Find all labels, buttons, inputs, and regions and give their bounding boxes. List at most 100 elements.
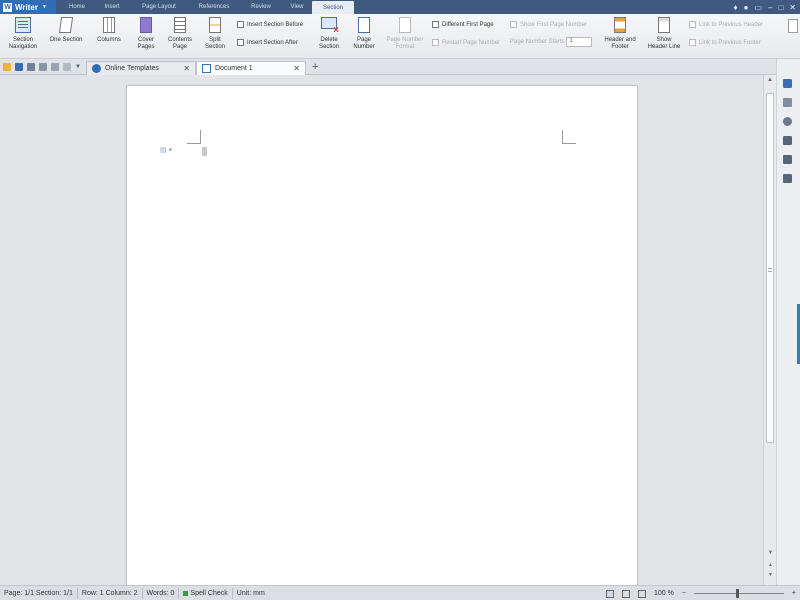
new-tab-button[interactable]: + bbox=[312, 61, 318, 73]
show-first-page-number-label: Show First Page Number bbox=[520, 21, 588, 28]
close-tab-icon[interactable]: ✕ bbox=[183, 64, 190, 73]
link-previous-footer-checkbox[interactable]: Link to Previous Footer bbox=[689, 39, 761, 46]
close-tab-icon[interactable]: ✕ bbox=[293, 64, 300, 73]
web-view-icon[interactable] bbox=[637, 589, 646, 598]
menu-tab-view[interactable]: View bbox=[282, 0, 312, 14]
document-page[interactable]: ▤ ▾ bbox=[126, 85, 638, 600]
checkbox-icon bbox=[510, 21, 517, 28]
scrollbar-grip-icon bbox=[768, 268, 772, 272]
view-zoom-controls: 100 % − + bbox=[605, 587, 796, 600]
status-bar: Page: 1/1 Section: 1/1 Row: 1 Column: 2 … bbox=[0, 585, 800, 600]
chevron-down-icon: ▼ bbox=[41, 4, 47, 10]
menu-tab-review[interactable]: Review bbox=[240, 0, 282, 14]
header-footer-button[interactable]: Header and Footer bbox=[602, 17, 638, 51]
section-navigation-icon bbox=[15, 17, 31, 33]
split-section-icon bbox=[209, 17, 221, 33]
zoom-slider[interactable] bbox=[693, 589, 784, 598]
undo-icon[interactable] bbox=[51, 62, 59, 71]
redo-icon[interactable] bbox=[63, 62, 71, 71]
restart-page-number-checkbox[interactable]: Restart Page Number bbox=[432, 39, 500, 46]
document-icon bbox=[201, 63, 211, 73]
page-number-format-label: Page Number Format bbox=[386, 37, 424, 50]
paragraph-layout-icon[interactable]: ▤ ▾ bbox=[160, 146, 172, 154]
split-section-button[interactable]: Split Section bbox=[200, 17, 230, 51]
page-number-format-button[interactable]: Page Number Format bbox=[384, 17, 426, 51]
columns-icon bbox=[103, 17, 115, 33]
link-previous-header-checkbox[interactable]: Link to Previous Header bbox=[689, 21, 763, 28]
vertical-scrollbar[interactable]: ▲ ▼ ▴ ▾ bbox=[763, 75, 776, 585]
scroll-down-icon[interactable]: ▼ bbox=[766, 550, 775, 556]
pin-icon[interactable]: ♦ bbox=[734, 3, 738, 12]
page-number-button[interactable]: Page Number bbox=[348, 17, 380, 51]
page-number-format-icon bbox=[399, 17, 411, 33]
zoom-level[interactable]: 100 % bbox=[654, 590, 674, 597]
open-folder-icon[interactable] bbox=[3, 62, 11, 71]
app-menu-button[interactable]: W Writer ▼ bbox=[0, 0, 56, 14]
close-icon[interactable]: ✕ bbox=[789, 3, 796, 12]
next-page-icon[interactable]: ▾ bbox=[766, 571, 775, 578]
tab-label: Online Templates bbox=[104, 64, 159, 72]
insert-section-before-button[interactable]: Insert Section Before bbox=[237, 21, 303, 28]
tab-label: Document 1 bbox=[214, 64, 253, 72]
zoom-in-button[interactable]: + bbox=[792, 590, 796, 597]
backup-icon[interactable] bbox=[783, 155, 792, 164]
contents-page-button[interactable]: Contents Page bbox=[164, 17, 196, 51]
menu-tab-section[interactable]: Section bbox=[312, 1, 354, 14]
skin-icon[interactable]: ▭ bbox=[754, 3, 762, 12]
text-cursor bbox=[202, 147, 207, 156]
section-navigation-button[interactable]: Section Navigation bbox=[6, 17, 40, 51]
columns-button[interactable]: Columns bbox=[92, 17, 126, 44]
page-view-icon[interactable] bbox=[605, 589, 614, 598]
quick-access-toolbar: ▼ bbox=[0, 59, 81, 75]
status-page[interactable]: Page: 1/1 Section: 1/1 bbox=[0, 587, 78, 599]
document-workspace: ▤ ▾ bbox=[0, 75, 763, 600]
selection-icon[interactable] bbox=[783, 136, 792, 145]
ribbon-scroll-right-icon[interactable] bbox=[788, 19, 798, 33]
contents-page-label: Contents Page bbox=[167, 37, 192, 50]
header-footer-label: Header and Footer bbox=[604, 37, 636, 50]
tab-online-templates[interactable]: Online Templates ✕ bbox=[85, 60, 196, 75]
menu-tab-references[interactable]: References bbox=[188, 0, 240, 14]
show-first-page-number-checkbox[interactable]: Show First Page Number bbox=[510, 21, 587, 28]
window-controls: ♦ ● ▭ – □ ✕ bbox=[734, 0, 797, 14]
shapes-icon[interactable] bbox=[783, 117, 792, 126]
orientation-icon bbox=[58, 17, 74, 33]
user-icon[interactable]: ● bbox=[744, 3, 749, 12]
customize-toolbar-icon[interactable]: ▼ bbox=[75, 64, 81, 70]
styles-icon[interactable] bbox=[783, 98, 792, 107]
menu-tab-page-layout[interactable]: Page Layout bbox=[130, 0, 188, 14]
outline-view-icon[interactable] bbox=[621, 589, 630, 598]
different-first-page-checkbox[interactable]: Different First Page bbox=[432, 21, 494, 28]
menu-tab-insert[interactable]: Insert bbox=[94, 0, 130, 14]
page-number-start-input[interactable]: 1 bbox=[566, 37, 593, 47]
one-section-label: One Section bbox=[49, 37, 83, 43]
checkbox-icon bbox=[432, 39, 439, 46]
writer-logo-icon: W bbox=[3, 2, 12, 12]
status-words[interactable]: Words: 0 bbox=[143, 587, 180, 599]
insert-section-after-button[interactable]: Insert Section After bbox=[237, 39, 298, 46]
status-unit: Unit: mm bbox=[236, 589, 265, 597]
maximize-icon[interactable]: □ bbox=[778, 3, 783, 12]
previous-page-icon[interactable]: ▴ bbox=[766, 561, 775, 568]
page-number-starts-label: Page Number Starts bbox=[510, 39, 565, 45]
scroll-up-icon[interactable]: ▲ bbox=[765, 77, 775, 87]
tab-document-1[interactable]: Document 1 ✕ bbox=[195, 60, 306, 75]
show-header-line-button[interactable]: Show Header Line bbox=[644, 17, 684, 51]
print-preview-icon[interactable] bbox=[39, 62, 47, 71]
zoom-slider-knob[interactable] bbox=[735, 589, 739, 598]
page-number-label: Page Number bbox=[353, 37, 375, 50]
one-section-button[interactable]: One Section bbox=[46, 17, 86, 44]
share-icon[interactable] bbox=[783, 174, 792, 183]
new-document-icon[interactable] bbox=[783, 79, 792, 88]
menu-tab-home[interactable]: Home bbox=[60, 0, 94, 14]
minimize-icon[interactable]: – bbox=[768, 3, 772, 12]
delete-section-icon bbox=[321, 17, 339, 34]
status-spell-check[interactable]: Spell Check bbox=[179, 587, 233, 599]
split-section-label: Split Section bbox=[204, 37, 225, 50]
save-icon[interactable] bbox=[15, 62, 23, 71]
cover-pages-button[interactable]: Cover Pages bbox=[132, 17, 160, 51]
insert-after-icon bbox=[237, 39, 244, 46]
delete-section-button[interactable]: Delete Section bbox=[314, 17, 344, 51]
zoom-out-button[interactable]: − bbox=[682, 590, 686, 597]
print-icon[interactable] bbox=[27, 62, 35, 71]
